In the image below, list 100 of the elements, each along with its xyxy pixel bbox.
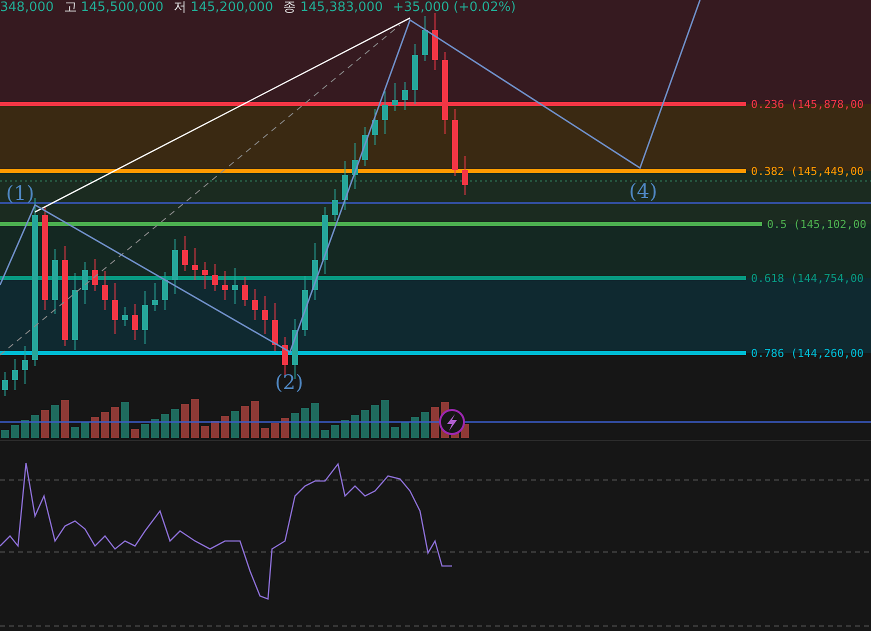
volume-bar — [171, 409, 179, 438]
volume-bar — [91, 417, 99, 438]
wave-label: (1) — [6, 181, 34, 205]
candle — [222, 270, 228, 300]
wave-label: (4) — [629, 179, 658, 203]
volume-bar — [321, 430, 329, 438]
candle — [192, 248, 198, 280]
candle — [252, 288, 258, 320]
fib-label: 0.618 (144,754,00 — [751, 272, 864, 285]
fib-label: 0.5 (145,102,00 — [767, 218, 866, 231]
volume-bar — [241, 406, 249, 438]
lightning-icon[interactable] — [439, 409, 465, 435]
candle — [372, 108, 378, 146]
candle — [322, 206, 328, 274]
candle — [172, 238, 178, 294]
volume-bar — [101, 412, 109, 438]
volume-bar — [401, 422, 409, 438]
fib-label: 0.786 (144,260,00 — [751, 347, 864, 360]
volume-bar — [281, 418, 289, 438]
candle — [52, 248, 58, 314]
volume-bar — [371, 405, 379, 438]
fib-label: 0.236 (145,878,00 — [751, 98, 864, 111]
candle — [262, 296, 268, 334]
candle — [282, 336, 288, 376]
candle — [22, 346, 28, 384]
candle — [132, 304, 138, 340]
candle — [2, 372, 8, 396]
candle — [212, 264, 218, 292]
volume-bar — [61, 400, 69, 438]
volume-bar — [291, 413, 299, 438]
candle — [242, 276, 248, 306]
candle — [382, 90, 388, 134]
candle — [112, 282, 118, 334]
candle — [152, 282, 158, 312]
volume-bar — [21, 420, 29, 438]
volume-bar — [221, 416, 229, 438]
price-change: +35,000 (+0.02%) — [392, 0, 516, 16]
candle — [162, 272, 168, 310]
candle — [402, 82, 408, 110]
volume-bar — [331, 425, 339, 438]
volume-bar — [71, 427, 79, 438]
volume-bar — [1, 430, 9, 438]
price-label: 저 — [173, 0, 186, 16]
volume-bar — [131, 429, 139, 438]
price-value: 145,500,000 — [80, 0, 164, 16]
open-value: 348,000 — [0, 0, 54, 16]
volume-bar — [391, 427, 399, 438]
volume-bar — [41, 410, 49, 438]
price-value: 145,383,000 — [300, 0, 383, 16]
wave-label: (2) — [275, 370, 304, 394]
candle — [452, 108, 458, 176]
fib-label: 0.382 (145,449,00 — [751, 165, 864, 178]
candle — [432, 12, 438, 70]
volume-bar — [201, 426, 209, 438]
volume-bar — [181, 404, 189, 438]
candle — [312, 242, 318, 300]
candle — [142, 290, 148, 344]
volume-bar — [251, 401, 259, 438]
volume-bar — [121, 402, 129, 438]
volume-bar — [161, 414, 169, 438]
volume-bar — [341, 420, 349, 438]
price-value: 145,200,000 — [190, 0, 274, 16]
volume-bar — [301, 408, 309, 438]
volume-bar — [261, 428, 269, 438]
volume-bar — [431, 407, 439, 438]
volume-bar — [271, 423, 279, 438]
candle — [332, 188, 338, 222]
volume-bar — [351, 415, 359, 438]
volume-bar — [81, 422, 89, 438]
volume-bar — [421, 412, 429, 438]
volume-bar — [211, 421, 219, 438]
candle — [352, 142, 358, 190]
candle — [392, 82, 398, 112]
candle — [202, 262, 208, 290]
candle — [462, 156, 468, 196]
volume-bar — [11, 425, 19, 438]
volume-bar — [191, 399, 199, 438]
volume-bar — [411, 417, 419, 438]
volume-bar — [111, 407, 119, 438]
candle — [232, 268, 238, 304]
candle — [412, 44, 418, 104]
candle — [102, 270, 108, 310]
candle — [422, 16, 428, 62]
volume-bar — [231, 411, 239, 438]
volume-bar — [381, 400, 389, 438]
candle — [362, 126, 368, 166]
volume-bar — [311, 403, 319, 438]
volume-bar — [141, 424, 149, 438]
candle — [12, 358, 18, 390]
price-label: 고 — [64, 0, 77, 16]
candle — [302, 276, 308, 336]
candle — [342, 160, 348, 210]
price-label: 종 — [283, 0, 296, 16]
volume-bar — [151, 419, 159, 438]
volume-bar — [361, 410, 369, 438]
candle — [92, 258, 98, 292]
candle — [122, 306, 128, 326]
candle — [272, 302, 278, 352]
candle — [182, 236, 188, 272]
candle — [82, 262, 88, 304]
